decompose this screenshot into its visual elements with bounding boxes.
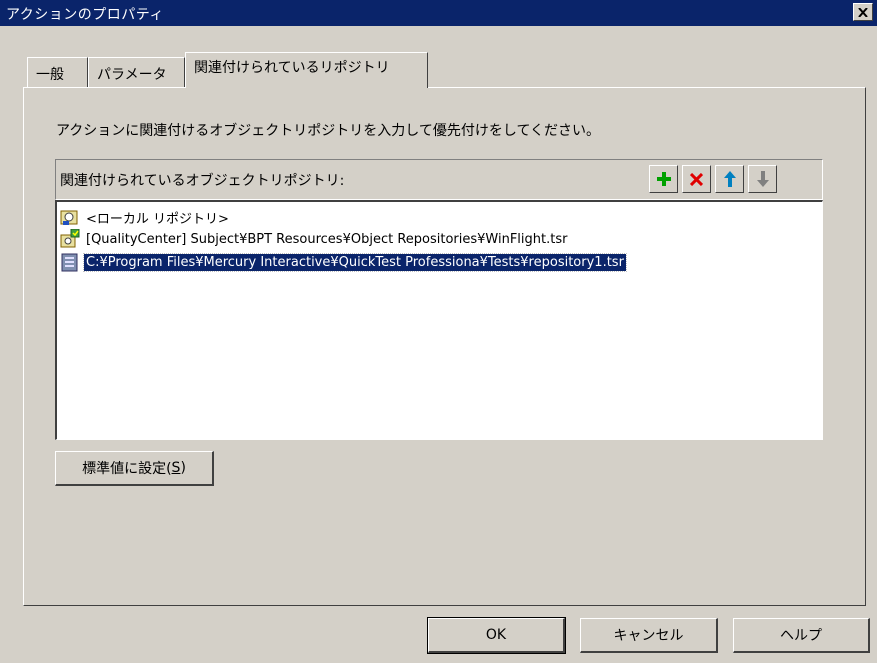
remove-repository-button[interactable] [682,165,711,193]
list-item[interactable]: <ローカル リポジトリ> [60,206,231,228]
instruction-text: アクションに関連付けるオブジェクトリポジトリを入力して優先付けをしてください。 [56,123,601,139]
set-default-label-end: ) [180,460,186,476]
close-icon [858,7,868,17]
repository-list-header: 関連付けられているオブジェクトリポジトリ: [55,159,823,200]
tab-general[interactable]: 一般 [27,57,88,87]
set-default-button[interactable]: 標準値に設定(S) [55,451,214,486]
set-default-label: 標準値に設定( [82,461,172,477]
tab-general-label: 一般 [36,67,64,83]
file-repository-icon [60,252,82,272]
local-repository-icon [60,207,82,227]
plus-icon [656,172,671,186]
close-button[interactable] [853,3,873,21]
ok-label: OK [485,627,507,643]
title-bar[interactable]: アクションのプロパティ [0,0,877,26]
tab-associated-repositories[interactable]: 関連付けられているリポジトリ [185,52,428,88]
list-item-text: <ローカル リポジトリ> [86,211,229,227]
arrow-down-icon [756,171,769,187]
repository-list-label: 関連付けられているオブジェクトリポジトリ: [60,173,345,189]
cancel-label: キャンセル [613,628,684,644]
list-item-text: C:¥Program Files¥Mercury Interactive¥Qui… [83,252,627,272]
tab-parameters-label: パラメータ [97,67,167,83]
delete-x-icon [690,172,703,186]
list-item-selected[interactable]: C:¥Program Files¥Mercury Interactive¥Qui… [60,251,627,273]
window-title: アクションのプロパティ [6,7,164,23]
help-label: ヘルプ [780,628,822,644]
help-button[interactable]: ヘルプ [733,618,870,653]
move-down-button[interactable] [748,165,777,193]
tab-associated-repositories-label: 関連付けられているリポジトリ [194,60,390,76]
ok-button[interactable]: OK [427,617,566,654]
dialog-window: アクションのプロパティ 一般 パラメータ 関連付けられているリポジトリ アクショ… [0,0,877,663]
list-item-text: [QualityCenter] Subject¥BPT Resources¥Ob… [86,231,568,247]
add-repository-button[interactable] [649,165,678,193]
move-up-button[interactable] [715,165,744,193]
set-default-accesskey: S [171,460,181,476]
repository-list[interactable]: <ローカル リポジトリ> [QualityCenter] Subject¥BPT… [55,200,823,440]
cancel-button[interactable]: キャンセル [580,618,718,653]
qc-repository-icon [60,229,82,249]
tab-parameters[interactable]: パラメータ [88,57,185,87]
arrow-up-icon [723,171,736,187]
list-item[interactable]: [QualityCenter] Subject¥BPT Resources¥Ob… [60,228,569,250]
